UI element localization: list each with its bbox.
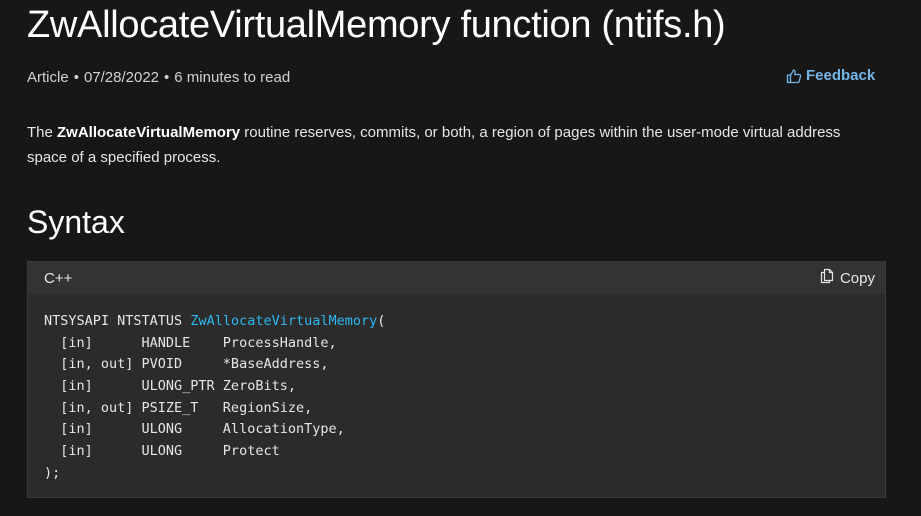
copy-label: Copy — [839, 269, 875, 287]
code-line-signature: NTSYSAPI NTSTATUS ZwAllocateVirtualMemor… — [44, 311, 869, 333]
feedback-label: Feedback — [806, 67, 876, 84]
read-time: 6 minutes to read — [174, 69, 291, 86]
code-line-param: [in] HANDLE ProcessHandle, — [44, 334, 337, 351]
code-header: C++ Copy — [28, 262, 885, 294]
function-name: ZwAllocateVirtualMemory — [190, 313, 378, 329]
copy-button[interactable]: Copy — [819, 268, 875, 288]
intro-prefix: The — [27, 124, 58, 141]
article-date: 07/28/2022 — [83, 69, 160, 86]
signature-prefix: NTSYSAPI NTSTATUS — [44, 313, 191, 329]
code-language: C++ — [44, 269, 73, 287]
code-line-param: [in] ULONG Protect — [44, 443, 280, 460]
code-line-param: [in, out] PVOID *BaseAddress, — [44, 356, 329, 373]
intro-paragraph: The ZwAllocateVirtualMemory routine rese… — [27, 120, 867, 170]
article-type: Article — [27, 69, 69, 86]
code-body: NTSYSAPI NTSTATUS ZwAllocateVirtualMemor… — [28, 294, 885, 485]
feedback-button[interactable]: Feedback — [786, 67, 875, 84]
code-line-param: [in] ULONG_PTR ZeroBits, — [44, 378, 296, 395]
meta-separator: • — [164, 69, 170, 86]
code-line-param: [in] ULONG AllocationType, — [44, 421, 345, 438]
article-meta: Article • 07/28/2022 • 6 minutes to read — [27, 69, 290, 86]
code-line-param: [in, out] PSIZE_T RegionSize, — [44, 399, 313, 416]
code-line-closing: ); — [44, 464, 61, 481]
code-block: C++ Copy NTSYSAPI NTSTATUS ZwAllocateVir… — [27, 261, 886, 498]
syntax-heading: Syntax — [27, 204, 125, 240]
meta-separator: • — [73, 69, 79, 86]
page-title: ZwAllocateVirtualMemory function (ntifs.… — [27, 4, 726, 46]
thumbs-up-icon — [786, 68, 802, 84]
copy-icon — [819, 268, 835, 288]
intro-function-name: ZwAllocateVirtualMemory — [57, 124, 241, 141]
signature-suffix: ( — [377, 313, 386, 329]
